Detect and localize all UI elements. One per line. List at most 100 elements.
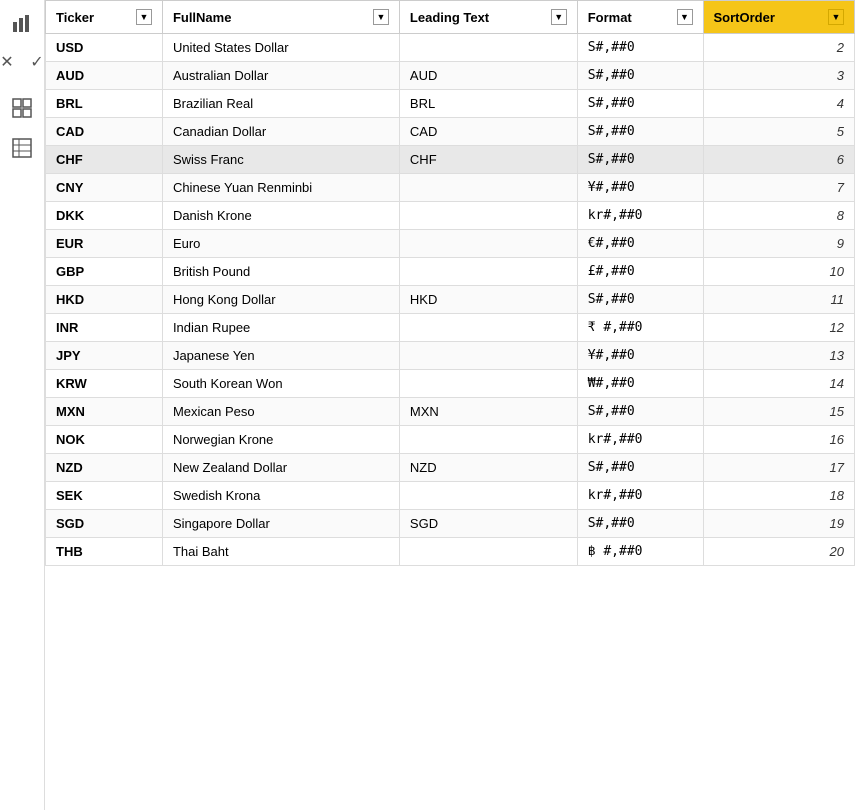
table-row[interactable]: NOKNorwegian Kronekr#,##016 <box>46 426 855 454</box>
cell-fullname: Chinese Yuan Renminbi <box>162 174 399 202</box>
cell-sortorder: 15 <box>703 398 855 426</box>
cell-fullname: Swiss Franc <box>162 146 399 174</box>
cell-leadingtext <box>399 230 577 258</box>
table-row[interactable]: SGDSingapore DollarSGDS#,##019 <box>46 510 855 538</box>
cell-fullname: Euro <box>162 230 399 258</box>
col-leadingtext-label: Leading Text <box>410 10 489 25</box>
table-row[interactable]: DKKDanish Kronekr#,##08 <box>46 202 855 230</box>
cell-fullname: Danish Krone <box>162 202 399 230</box>
cell-leadingtext: AUD <box>399 62 577 90</box>
table-row[interactable]: CNYChinese Yuan Renminbi¥#,##07 <box>46 174 855 202</box>
cell-leadingtext: NZD <box>399 454 577 482</box>
table-row[interactable]: BRLBrazilian RealBRLS#,##04 <box>46 90 855 118</box>
cell-sortorder: 6 <box>703 146 855 174</box>
cell-format: kr#,##0 <box>577 202 703 230</box>
table-row[interactable]: SEKSwedish Kronakr#,##018 <box>46 482 855 510</box>
cell-ticker: KRW <box>46 370 163 398</box>
cell-format: S#,##0 <box>577 454 703 482</box>
cell-fullname: Canadian Dollar <box>162 118 399 146</box>
cell-sortorder: 19 <box>703 510 855 538</box>
cell-ticker: SEK <box>46 482 163 510</box>
cell-fullname: Hong Kong Dollar <box>162 286 399 314</box>
main-content: Ticker ▼ FullName ▼ Leading Text ▼ <box>45 0 855 810</box>
chart-bar-icon[interactable] <box>6 8 38 40</box>
leadingtext-filter-btn[interactable]: ▼ <box>551 9 567 25</box>
cell-format: S#,##0 <box>577 90 703 118</box>
cell-fullname: British Pound <box>162 258 399 286</box>
format-filter-btn[interactable]: ▼ <box>677 9 693 25</box>
data-table: Ticker ▼ FullName ▼ Leading Text ▼ <box>45 0 855 566</box>
cell-format: S#,##0 <box>577 146 703 174</box>
ticker-filter-btn[interactable]: ▼ <box>136 9 152 25</box>
cell-fullname: Japanese Yen <box>162 342 399 370</box>
cell-ticker: INR <box>46 314 163 342</box>
table-container[interactable]: Ticker ▼ FullName ▼ Leading Text ▼ <box>45 0 855 810</box>
col-fullname-label: FullName <box>173 10 232 25</box>
cell-format: S#,##0 <box>577 510 703 538</box>
cell-ticker: MXN <box>46 398 163 426</box>
cell-sortorder: 12 <box>703 314 855 342</box>
cell-leadingtext <box>399 314 577 342</box>
cell-sortorder: 20 <box>703 538 855 566</box>
cell-sortorder: 4 <box>703 90 855 118</box>
table-row[interactable]: KRWSouth Korean Won₩#,##014 <box>46 370 855 398</box>
cell-format: ฿ #,##0 <box>577 538 703 566</box>
cell-sortorder: 8 <box>703 202 855 230</box>
table-row[interactable]: GBPBritish Pound£#,##010 <box>46 258 855 286</box>
cell-format: kr#,##0 <box>577 426 703 454</box>
col-sortorder: SortOrder ▼ <box>703 1 855 34</box>
cell-fullname: Thai Baht <box>162 538 399 566</box>
fullname-filter-btn[interactable]: ▼ <box>373 9 389 25</box>
cell-format: S#,##0 <box>577 62 703 90</box>
cell-sortorder: 14 <box>703 370 855 398</box>
cell-sortorder: 7 <box>703 174 855 202</box>
cell-format: S#,##0 <box>577 286 703 314</box>
table-row[interactable]: INRIndian Rupee ₹ #,##012 <box>46 314 855 342</box>
cell-format: kr#,##0 <box>577 482 703 510</box>
grid-view-icon[interactable] <box>6 92 38 124</box>
cell-ticker: HKD <box>46 286 163 314</box>
cell-format: ₹ #,##0 <box>577 314 703 342</box>
cell-leadingtext <box>399 174 577 202</box>
cell-format: ₩#,##0 <box>577 370 703 398</box>
cell-leadingtext <box>399 426 577 454</box>
table-row[interactable]: CADCanadian DollarCADS#,##05 <box>46 118 855 146</box>
sidebar: ✕ ✓ <box>0 0 45 810</box>
cell-ticker: AUD <box>46 62 163 90</box>
cell-leadingtext: BRL <box>399 90 577 118</box>
cell-format: S#,##0 <box>577 398 703 426</box>
col-leadingtext: Leading Text ▼ <box>399 1 577 34</box>
cell-format: ¥#,##0 <box>577 342 703 370</box>
cell-sortorder: 11 <box>703 286 855 314</box>
cell-leadingtext: CAD <box>399 118 577 146</box>
cell-format: S#,##0 <box>577 118 703 146</box>
header-row: Ticker ▼ FullName ▼ Leading Text ▼ <box>46 1 855 34</box>
table-row[interactable]: NZDNew Zealand DollarNZDS#,##017 <box>46 454 855 482</box>
cell-ticker: GBP <box>46 258 163 286</box>
cell-fullname: Indian Rupee <box>162 314 399 342</box>
table-row[interactable]: AUDAustralian DollarAUDS#,##03 <box>46 62 855 90</box>
cell-leadingtext <box>399 370 577 398</box>
cell-ticker: NZD <box>46 454 163 482</box>
table-view-icon[interactable] <box>6 132 38 164</box>
cell-leadingtext: HKD <box>399 286 577 314</box>
table-row[interactable]: USDUnited States DollarS#,##02 <box>46 34 855 62</box>
close-button[interactable]: ✕ <box>0 48 21 76</box>
table-row[interactable]: EUREuro€#,##09 <box>46 230 855 258</box>
cell-leadingtext <box>399 538 577 566</box>
table-body: USDUnited States DollarS#,##02AUDAustral… <box>46 34 855 566</box>
cell-fullname: Norwegian Krone <box>162 426 399 454</box>
table-row[interactable]: MXNMexican PesoMXNS#,##015 <box>46 398 855 426</box>
cell-ticker: CAD <box>46 118 163 146</box>
table-row[interactable]: CHFSwiss FrancCHFS#,##06 <box>46 146 855 174</box>
cell-leadingtext <box>399 258 577 286</box>
table-row[interactable]: THBThai Baht฿ #,##020 <box>46 538 855 566</box>
table-row[interactable]: JPYJapanese Yen¥#,##013 <box>46 342 855 370</box>
cell-leadingtext: MXN <box>399 398 577 426</box>
cell-sortorder: 18 <box>703 482 855 510</box>
sortorder-filter-btn[interactable]: ▼ <box>828 9 844 25</box>
col-ticker: Ticker ▼ <box>46 1 163 34</box>
cell-leadingtext: SGD <box>399 510 577 538</box>
cell-ticker: CHF <box>46 146 163 174</box>
table-row[interactable]: HKDHong Kong DollarHKDS#,##011 <box>46 286 855 314</box>
